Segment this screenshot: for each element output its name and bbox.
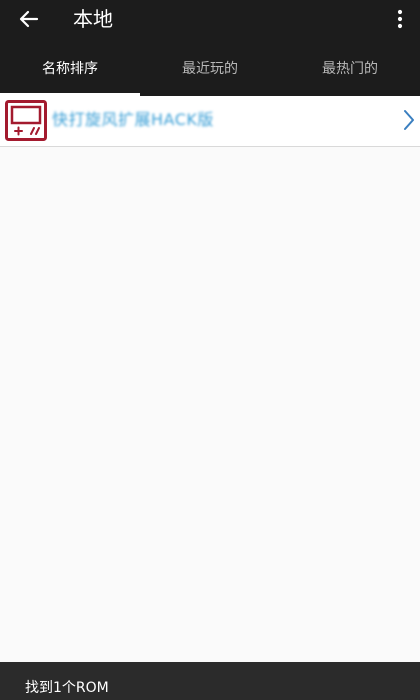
tab-label: 最近玩的 — [182, 61, 238, 77]
rom-name: 快打旋风扩展HACK版 — [52, 110, 214, 129]
rom-count-text: 找到1个ROM — [25, 680, 109, 696]
back-button[interactable] — [14, 4, 44, 34]
tab-label: 最热门的 — [322, 61, 378, 77]
tab-name-sort[interactable]: 名称排序 — [0, 40, 140, 96]
more-options-button[interactable] — [388, 6, 412, 32]
tab-recently-played[interactable]: 最近玩的 — [140, 40, 280, 96]
chevron-right-icon — [404, 110, 414, 130]
tab-most-popular[interactable]: 最热门的 — [280, 40, 420, 96]
rom-list: 快打旋风扩展HACK版 — [0, 96, 420, 147]
tab-label: 名称排序 — [42, 61, 98, 77]
page-title: 本地 — [73, 7, 113, 31]
more-vertical-icon — [397, 9, 403, 29]
rom-count-bar: 找到1个ROM — [0, 662, 420, 700]
sort-tabs: 名称排序 最近玩的 最热门的 — [0, 40, 420, 96]
app-root: 本地 名称排序 最近玩的 最热门的 快打旋风扩展HACK版 找到1个ROM — [0, 0, 420, 700]
game-console-icon — [5, 100, 47, 141]
rom-list-item[interactable]: 快打旋风扩展HACK版 — [0, 96, 420, 147]
arrow-left-icon — [19, 10, 39, 28]
top-app-bar: 本地 — [0, 0, 420, 40]
